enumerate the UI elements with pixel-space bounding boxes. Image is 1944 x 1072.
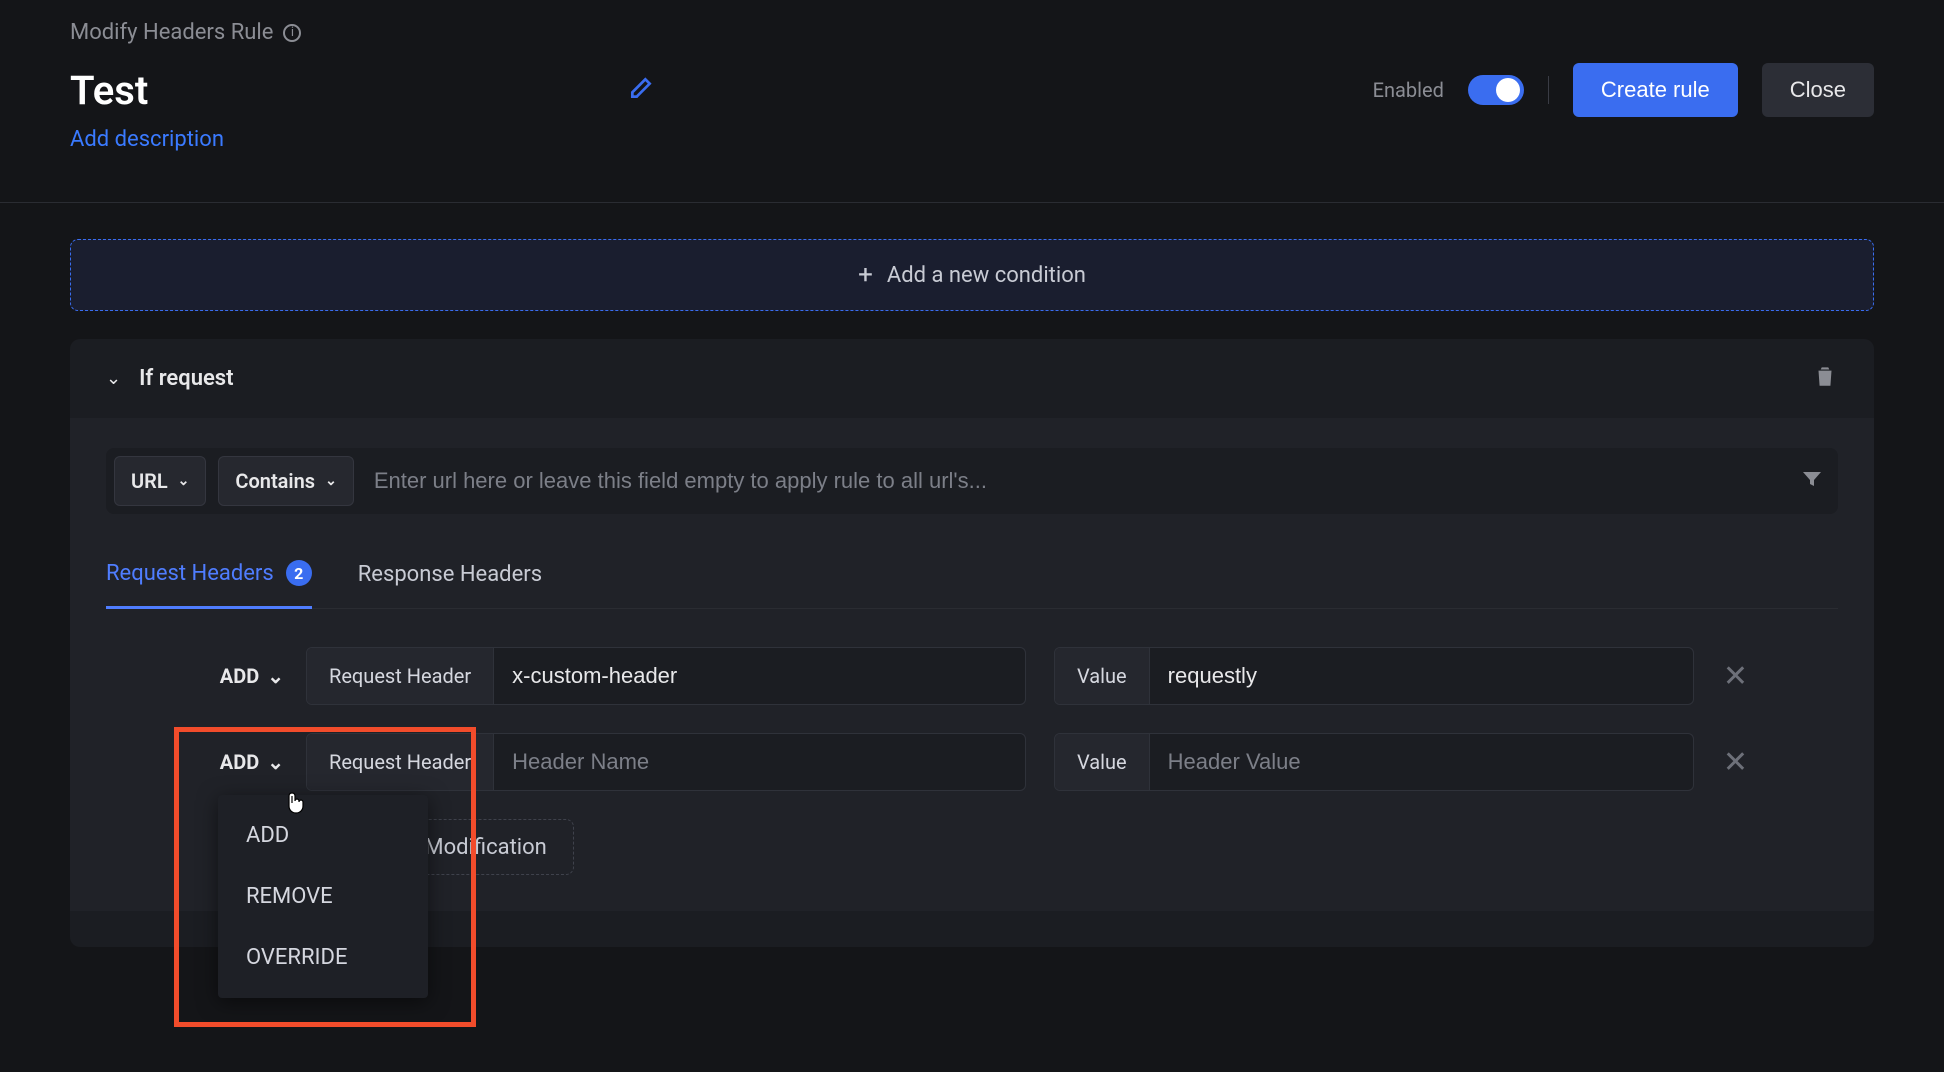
header-name-field: Request Header — [306, 647, 1026, 705]
action-select[interactable]: ADD ⌄ — [220, 664, 306, 688]
edit-name-icon[interactable] — [628, 75, 654, 106]
enabled-label: Enabled — [1373, 78, 1444, 102]
operator-label: Contains — [235, 469, 315, 493]
action-option-add[interactable]: ADD — [218, 805, 428, 866]
header-name-prefix: Request Header — [307, 648, 494, 704]
chevron-down-icon: ⌄ — [267, 664, 284, 688]
tab-request-count: 2 — [286, 560, 312, 586]
condition-header[interactable]: ⌄ If request — [106, 366, 234, 391]
header-row: ADD ⌄ Request Header Value ✕ — [106, 733, 1838, 791]
chevron-down-icon: ⌄ — [178, 473, 190, 489]
chevron-down-icon: ⌄ — [106, 368, 121, 389]
breadcrumb: Modify Headers Rule i — [70, 20, 1874, 45]
header-tabs: Request Headers 2 Response Headers — [106, 560, 1838, 609]
action-dropdown: ADD REMOVE OVERRIDE — [218, 795, 428, 998]
header-name-field: Request Header — [306, 733, 1026, 791]
create-rule-button[interactable]: Create rule — [1573, 63, 1738, 117]
remove-row-button[interactable]: ✕ — [1694, 659, 1754, 694]
header-value-field: Value — [1054, 733, 1694, 791]
tab-request-headers[interactable]: Request Headers 2 — [106, 560, 312, 609]
breadcrumb-title: Modify Headers Rule — [70, 20, 273, 45]
action-label: ADD — [220, 750, 259, 774]
close-button[interactable]: Close — [1762, 63, 1874, 117]
filter-icon[interactable] — [1800, 467, 1824, 496]
operator-select[interactable]: Contains ⌄ — [218, 456, 353, 506]
url-input[interactable] — [366, 460, 1788, 502]
header-row: ADD ⌄ Request Header Value ✕ — [106, 647, 1838, 705]
separator — [1548, 76, 1549, 104]
rule-name: Test — [70, 67, 148, 114]
enabled-toggle[interactable] — [1468, 75, 1524, 105]
add-description-link[interactable]: Add description — [70, 127, 224, 152]
action-option-override[interactable]: OVERRIDE — [218, 927, 428, 988]
action-select[interactable]: ADD ⌄ — [220, 750, 306, 774]
tab-request-label: Request Headers — [106, 561, 274, 586]
url-filter-row: URL ⌄ Contains ⌄ — [106, 448, 1838, 514]
add-condition-button[interactable]: + Add a new condition — [70, 239, 1874, 311]
add-condition-label: Add a new condition — [887, 263, 1086, 288]
tab-response-headers[interactable]: Response Headers — [358, 560, 542, 608]
header-value-field: Value — [1054, 647, 1694, 705]
if-request-label: If request — [139, 366, 233, 391]
remove-row-button[interactable]: ✕ — [1694, 745, 1754, 780]
header-value-prefix: Value — [1055, 734, 1150, 790]
match-type-label: URL — [131, 469, 168, 493]
match-type-select[interactable]: URL ⌄ — [114, 456, 206, 506]
header-name-input[interactable] — [494, 648, 1025, 704]
header-value-prefix: Value — [1055, 648, 1150, 704]
action-label: ADD — [220, 664, 259, 688]
tab-response-label: Response Headers — [358, 562, 542, 587]
chevron-down-icon: ⌄ — [325, 473, 337, 489]
condition-panel: ⌄ If request URL ⌄ Contains ⌄ — [70, 339, 1874, 947]
header-name-prefix: Request Header — [307, 734, 494, 790]
chevron-down-icon: ⌄ — [267, 750, 284, 774]
delete-condition-button[interactable] — [1812, 363, 1838, 394]
plus-icon: + — [858, 262, 873, 288]
header-value-input[interactable] — [1150, 734, 1693, 790]
header-value-input[interactable] — [1150, 648, 1693, 704]
action-option-remove[interactable]: REMOVE — [218, 866, 428, 927]
header-name-input[interactable] — [494, 734, 1025, 790]
info-icon[interactable]: i — [283, 24, 301, 42]
